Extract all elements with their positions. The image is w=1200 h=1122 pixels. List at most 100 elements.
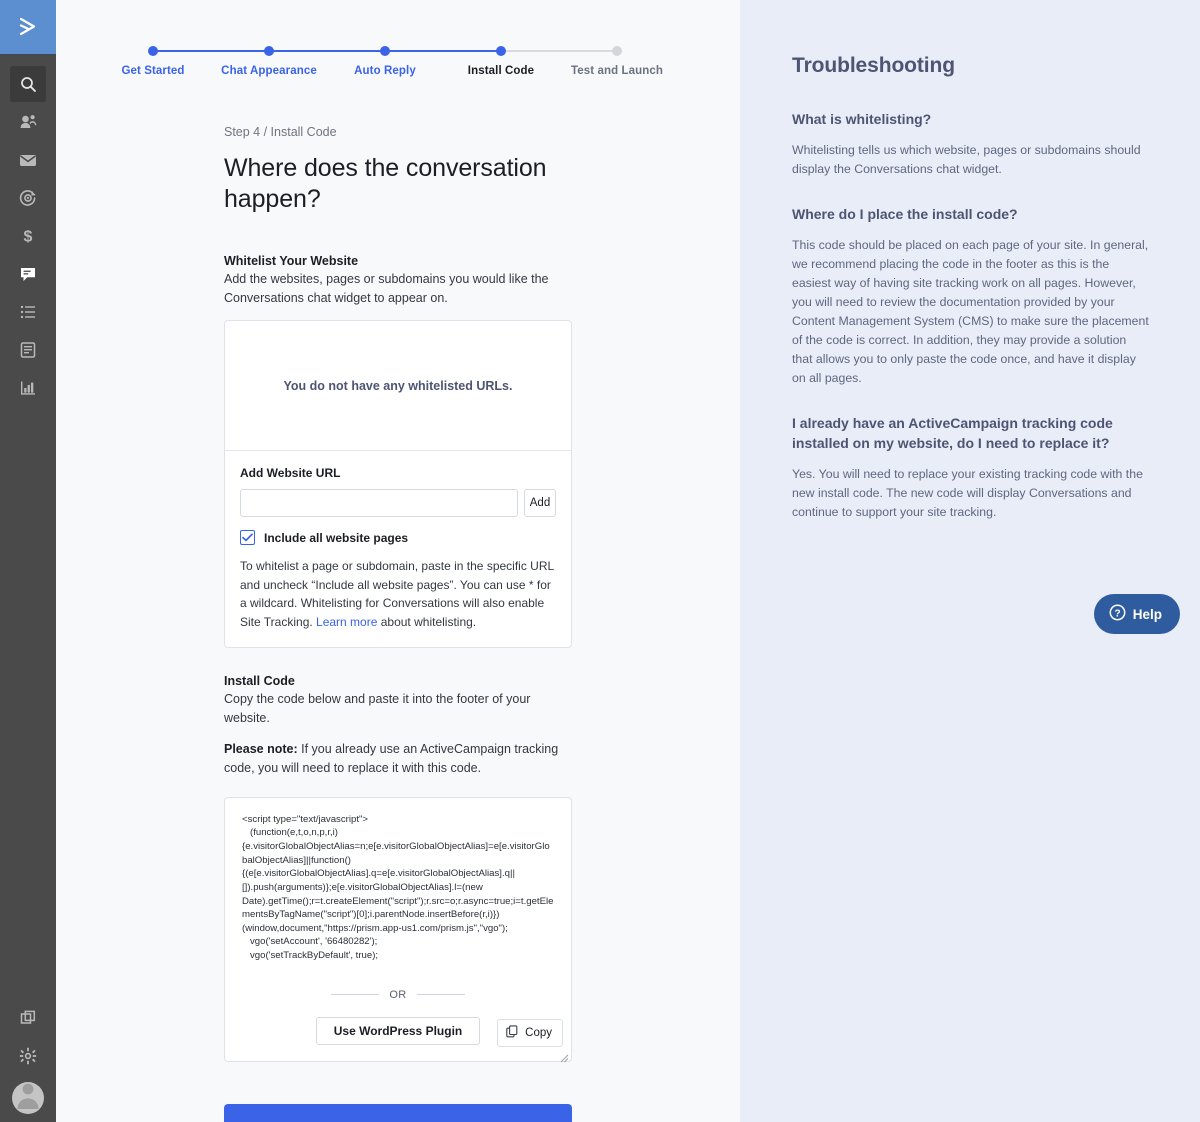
stepper-label-get-started[interactable]: Get Started [121,65,184,77]
sidebar-item-reports[interactable] [10,370,46,406]
install-code-card: <script type="text/javascript"> (functio… [224,796,572,1063]
code-resize-handle[interactable] [559,1050,569,1063]
stepper-labels: Get Started Chat Appearance Auto Reply I… [121,65,662,85]
stepper-dot-test-and-launch[interactable] [612,46,622,56]
automation-target-icon [19,189,37,207]
stepper-track [148,46,648,56]
add-website-url-label: Add Website URL [240,466,341,480]
help-button[interactable]: ? Help [1093,594,1180,634]
app-root: $ Get Started Chat Appearance Auto Reply… [0,0,1200,1122]
sidebar-item-search[interactable] [10,66,46,102]
troubleshooting-heading: Troubleshooting [792,54,955,77]
sidebar-item-contacts[interactable] [10,104,46,140]
next-test-and-launch-button[interactable]: Next: Test and Launch [224,1103,572,1122]
sidebar-item-lists[interactable] [10,294,46,330]
faq-question: I already have an ActiveCampaign trackin… [792,415,1113,452]
faq-answer: This code should be placed on each page … [792,237,1149,386]
left-nav-sidebar: $ [0,0,56,1122]
faq-item-whitelisting: What is whitelisting? Whitelisting tells… [792,110,1150,179]
faq-question: Where do I place the install code? [792,205,1018,222]
learn-more-link[interactable]: Learn more [316,615,377,629]
stepper-label-auto-reply[interactable]: Auto Reply [354,65,416,77]
avatar-icon [12,1082,44,1114]
avatar[interactable] [12,1082,44,1114]
whitelist-card-body: Add Website URL Add Include all website … [225,451,571,647]
activecampaign-chevron-logo-icon [15,14,41,40]
faq-answer: Yes. You will need to replace your exist… [792,466,1143,520]
svg-text:?: ? [1114,608,1120,619]
website-url-input[interactable] [240,489,518,517]
stepper-dot-install-code[interactable] [496,46,506,56]
form-document-icon [19,341,37,359]
stepper-label-chat-appearance[interactable]: Chat Appearance [221,65,317,77]
sidebar-item-automations[interactable] [10,180,46,216]
include-all-pages-label: Include all website pages [264,530,409,545]
use-wordpress-plugin-button[interactable]: Use WordPress Plugin [316,1016,480,1045]
whitelist-card: You do not have any whitelisted URLs. Ad… [224,320,572,649]
install-code-title: Install Code [224,674,295,689]
stepper-label-install-code[interactable]: Install Code [468,65,534,77]
install-code-note: Please note: If you already use an Activ… [224,740,572,778]
copy-code-button-label: Copy [525,1026,552,1039]
or-divider-line-right [416,994,465,996]
sidebar-item-campaigns[interactable] [10,142,46,178]
stepper-segment-2 [269,50,385,52]
sidebar-item-deals[interactable]: $ [10,218,46,254]
whitelist-section-title: Whitelist Your Website [224,254,359,268]
sidebar-item-conversations[interactable] [10,256,46,292]
or-divider-line-left [331,994,380,996]
sidebar-bottom-group [0,1000,56,1122]
copy-icon [506,1025,519,1041]
copy-squares-icon [19,1009,37,1027]
list-icon [19,303,37,321]
install-code-snippet[interactable]: <script type="text/javascript"> (functio… [236,809,560,969]
chat-bubble-icon [19,265,37,283]
stepper-segment-3 [385,50,501,52]
install-code-section: Install Code Copy the code below and pas… [224,674,572,1063]
stepper-dot-get-started[interactable] [148,46,158,56]
breadcrumb: Step 4 / Install Code [224,125,337,139]
envelope-icon [19,151,37,169]
faq-item-existing-tracking-code: I already have an ActiveCampaign trackin… [792,414,1150,522]
whitelist-help-text: To whitelist a page or subdomain, paste … [240,557,556,631]
onboarding-stepper: Get Started Chat Appearance Auto Reply I… [121,0,663,85]
add-website-url-row: Add [240,489,556,517]
stepper-label-test-and-launch[interactable]: Test and Launch [571,65,663,77]
whitelist-section-description: Add the websites, pages or subdomains yo… [224,272,549,305]
main-content: Get Started Chat Appearance Auto Reply I… [56,0,740,1122]
whitelist-empty-state: You do not have any whitelisted URLs. [225,321,571,451]
stepper-segment-1 [153,50,269,52]
contacts-icon [19,113,37,131]
install-code-description: Copy the code below and paste it into th… [224,692,531,726]
help-button-label: Help [1132,606,1162,622]
include-all-pages-checkbox[interactable] [240,530,255,545]
add-url-button[interactable]: Add [524,489,556,517]
include-all-pages-row[interactable]: Include all website pages [240,530,556,545]
search-icon [20,76,37,93]
dollar-sign-icon: $ [19,227,37,246]
faq-answer: Whitelisting tells us which website, pag… [792,142,1141,176]
sidebar-nav-list: $ [10,66,46,408]
question-circle-icon: ? [1109,604,1126,624]
checkmark-icon [242,529,253,547]
onboarding-content: Step 4 / Install Code Where does the con… [224,85,572,1122]
stepper-dot-auto-reply[interactable] [380,46,390,56]
install-code-area[interactable]: <script type="text/javascript"> (functio… [236,809,560,969]
troubleshooting-panel: Troubleshooting What is whitelisting? Wh… [740,0,1200,1122]
sidebar-item-forms[interactable] [10,332,46,368]
or-divider: OR [236,989,560,1001]
stepper-segment-4 [501,50,617,52]
app-logo[interactable] [0,0,56,55]
svg-text:$: $ [24,229,33,246]
or-divider-label: OR [389,988,407,1001]
faq-item-install-code-placement: Where do I place the install code? This … [792,205,1150,388]
bar-chart-icon [19,379,37,397]
whitelist-empty-state-text: You do not have any whitelisted URLs. [283,378,513,393]
faq-question: What is whitelisting? [792,111,932,127]
sidebar-item-apps[interactable] [10,1000,46,1036]
stepper-dot-chat-appearance[interactable] [264,46,274,56]
page-title: Where does the conversation happen? [224,154,547,213]
install-code-note-bold: Please note: [224,742,298,757]
copy-code-button[interactable]: Copy [497,1018,563,1047]
sidebar-item-settings[interactable] [10,1038,46,1074]
